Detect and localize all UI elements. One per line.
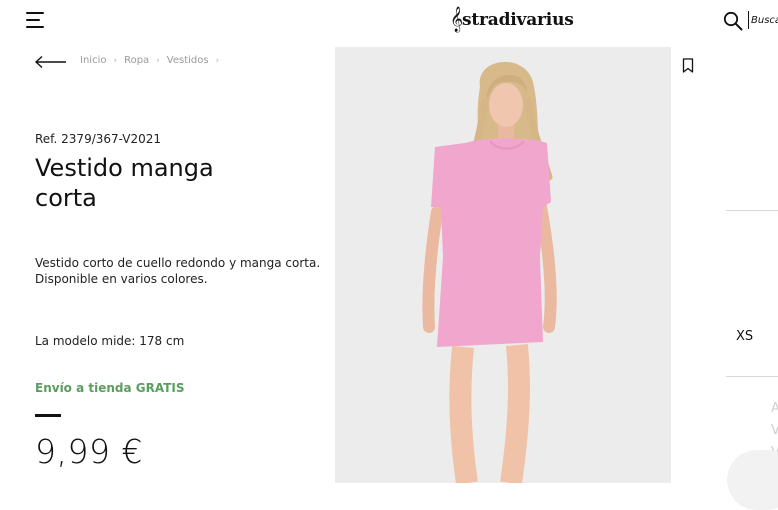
add-to-cart-button[interactable] [727, 450, 778, 510]
breadcrumb-ropa[interactable]: Ropa [124, 55, 149, 66]
chevron-right-icon: › [156, 55, 160, 66]
chevron-right-icon: › [215, 55, 220, 66]
size-panel-divider [726, 210, 778, 211]
product-price: 9,99 € [35, 432, 143, 471]
chevron-right-icon: › [113, 55, 118, 66]
free-shipping-note: Envío a tienda GRATIS [35, 381, 185, 395]
menu-icon[interactable] [26, 11, 44, 29]
breadcrumb-inicio[interactable]: Inicio [80, 55, 106, 66]
product-title: Vestido manga corta [35, 154, 214, 212]
size-panel-divider [726, 376, 778, 377]
size-option-xs[interactable]: XS [736, 329, 753, 344]
model-height-info: La modelo mide: 178 cm [35, 334, 185, 348]
search-input[interactable] [748, 11, 778, 29]
stradivarius-logo[interactable]: 𝄞 stradivarius [450, 6, 574, 34]
product-description: Vestido corto de cuello redondo y manga … [35, 256, 321, 286]
price-divider [35, 414, 61, 417]
search-icon[interactable] [723, 11, 743, 31]
product-reference: Ref. 2379/367-V2021 [35, 132, 162, 146]
breadcrumb: Inicio › Ropa › Vestidos › [80, 55, 226, 66]
breadcrumb-vestidos[interactable]: Vestidos [167, 55, 209, 66]
back-arrow-icon[interactable] [35, 55, 67, 69]
logo-text: stradivarius [462, 10, 574, 30]
model-illustration [422, 61, 557, 483]
bookmark-icon[interactable] [682, 58, 694, 73]
product-image[interactable] [335, 47, 671, 483]
